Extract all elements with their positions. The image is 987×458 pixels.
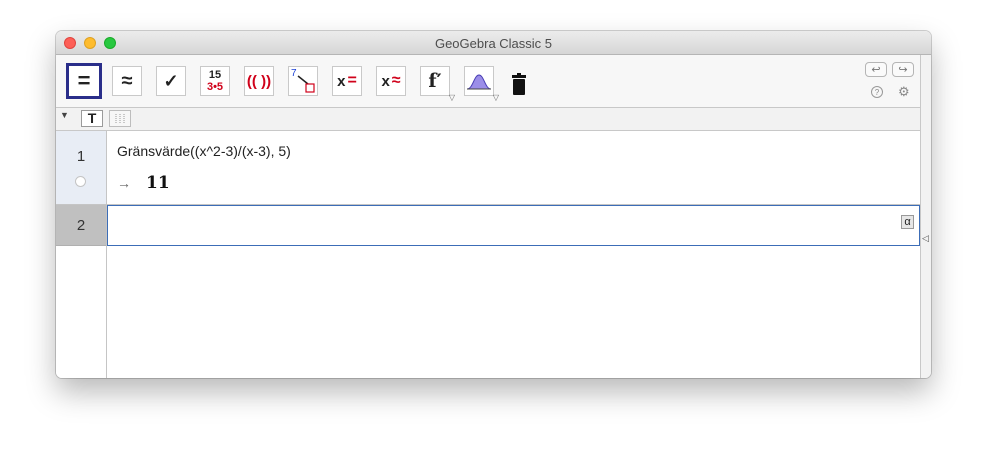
alpha-icon: α: [904, 216, 911, 228]
cas-cell-1[interactable]: Gränsvärde((x^2-3)/(x-3), 5) → 11: [107, 131, 920, 205]
solve-x-label: x: [337, 72, 346, 90]
result-arrow-icon: →: [117, 175, 131, 191]
probability-tool-button[interactable]: ▽: [464, 66, 499, 102]
delete-tool-button[interactable]: [508, 72, 530, 98]
factor-bottom-label: 3•5: [206, 81, 224, 93]
numeric-tool-button[interactable]: ≈: [112, 66, 142, 96]
expand-tool-button[interactable]: (( )): [244, 66, 274, 96]
nsolve-x-label: x: [381, 72, 390, 90]
keep-input-tool-button[interactable]: ✓: [156, 66, 186, 96]
help-icon[interactable]: ?: [871, 86, 883, 98]
column-style-button[interactable]: [109, 110, 131, 127]
parentheses-icon: (( )): [246, 72, 272, 90]
evaluate-tool-button[interactable]: =: [66, 63, 102, 99]
nsolve-approx-icon: ≈: [391, 72, 401, 89]
undo-icon: ↩: [871, 64, 881, 76]
settings-gear-icon[interactable]: ⚙: [898, 84, 910, 100]
cas-cell-2-input[interactable]: α: [107, 205, 920, 246]
bell-curve-icon: [466, 74, 492, 90]
style-bar: ▼ T: [56, 108, 920, 131]
virtual-keyboard-button[interactable]: α: [901, 215, 914, 229]
cell-output-text: 11: [146, 173, 170, 193]
side-panel-edge: ◁: [920, 55, 931, 378]
solve-numerically-tool-button[interactable]: x ≈: [376, 66, 406, 96]
solve-tool-button[interactable]: x =: [332, 66, 362, 96]
approx-icon: ≈: [121, 69, 133, 92]
probability-submenu-triangle-icon: ▽: [492, 93, 499, 102]
row-header-1[interactable]: 1: [56, 131, 106, 205]
equals-icon: =: [77, 68, 91, 93]
solve-equals-icon: =: [347, 72, 357, 89]
derivative-submenu-triangle-icon: ▽: [448, 93, 455, 102]
text-style-label: T: [87, 110, 97, 126]
expand-panel-triangle-icon[interactable]: ◁: [922, 233, 929, 244]
factor-top-label: 15: [208, 69, 222, 81]
factor-number-tool-button[interactable]: 15 3•5: [200, 66, 230, 96]
redo-button[interactable]: ↪: [892, 62, 914, 77]
checkmark-icon: ✓: [163, 70, 179, 91]
trash-icon: [512, 73, 526, 95]
substitute-arrow-icon: [297, 75, 315, 93]
text-style-button[interactable]: T: [81, 110, 103, 127]
derivative-icon: f′: [428, 70, 442, 92]
row-marble-icon[interactable]: [75, 176, 86, 187]
columns-icon: [115, 114, 125, 123]
row-number: 2: [76, 217, 86, 234]
style-bar-toggle-triangle-icon[interactable]: ▼: [60, 110, 69, 120]
window-title: GeoGebra Classic 5: [434, 36, 553, 51]
row-header-2[interactable]: 2: [56, 205, 106, 246]
app-window: GeoGebra Classic 5 = ≈ ✓ 15 3•5 (( )) 7 …: [56, 31, 931, 378]
title-bar: GeoGebra Classic 5: [56, 31, 931, 55]
cas-rows: 1 Gränsvärde((x^2-3)/(x-3), 5) → 11 2 α: [56, 131, 920, 378]
cas-toolbar: = ≈ ✓ 15 3•5 (( )) 7 x = x ≈ f′ ▽ ▽ ↩ ↪ …: [56, 55, 920, 108]
substitute-tool-button[interactable]: 7: [288, 66, 318, 96]
derivative-tool-button[interactable]: f′ ▽: [420, 66, 455, 102]
redo-icon: ↪: [898, 64, 908, 76]
cell-input-text[interactable]: Gränsvärde((x^2-3)/(x-3), 5): [117, 143, 291, 159]
undo-button[interactable]: ↩: [865, 62, 887, 77]
row-number: 1: [76, 148, 86, 165]
